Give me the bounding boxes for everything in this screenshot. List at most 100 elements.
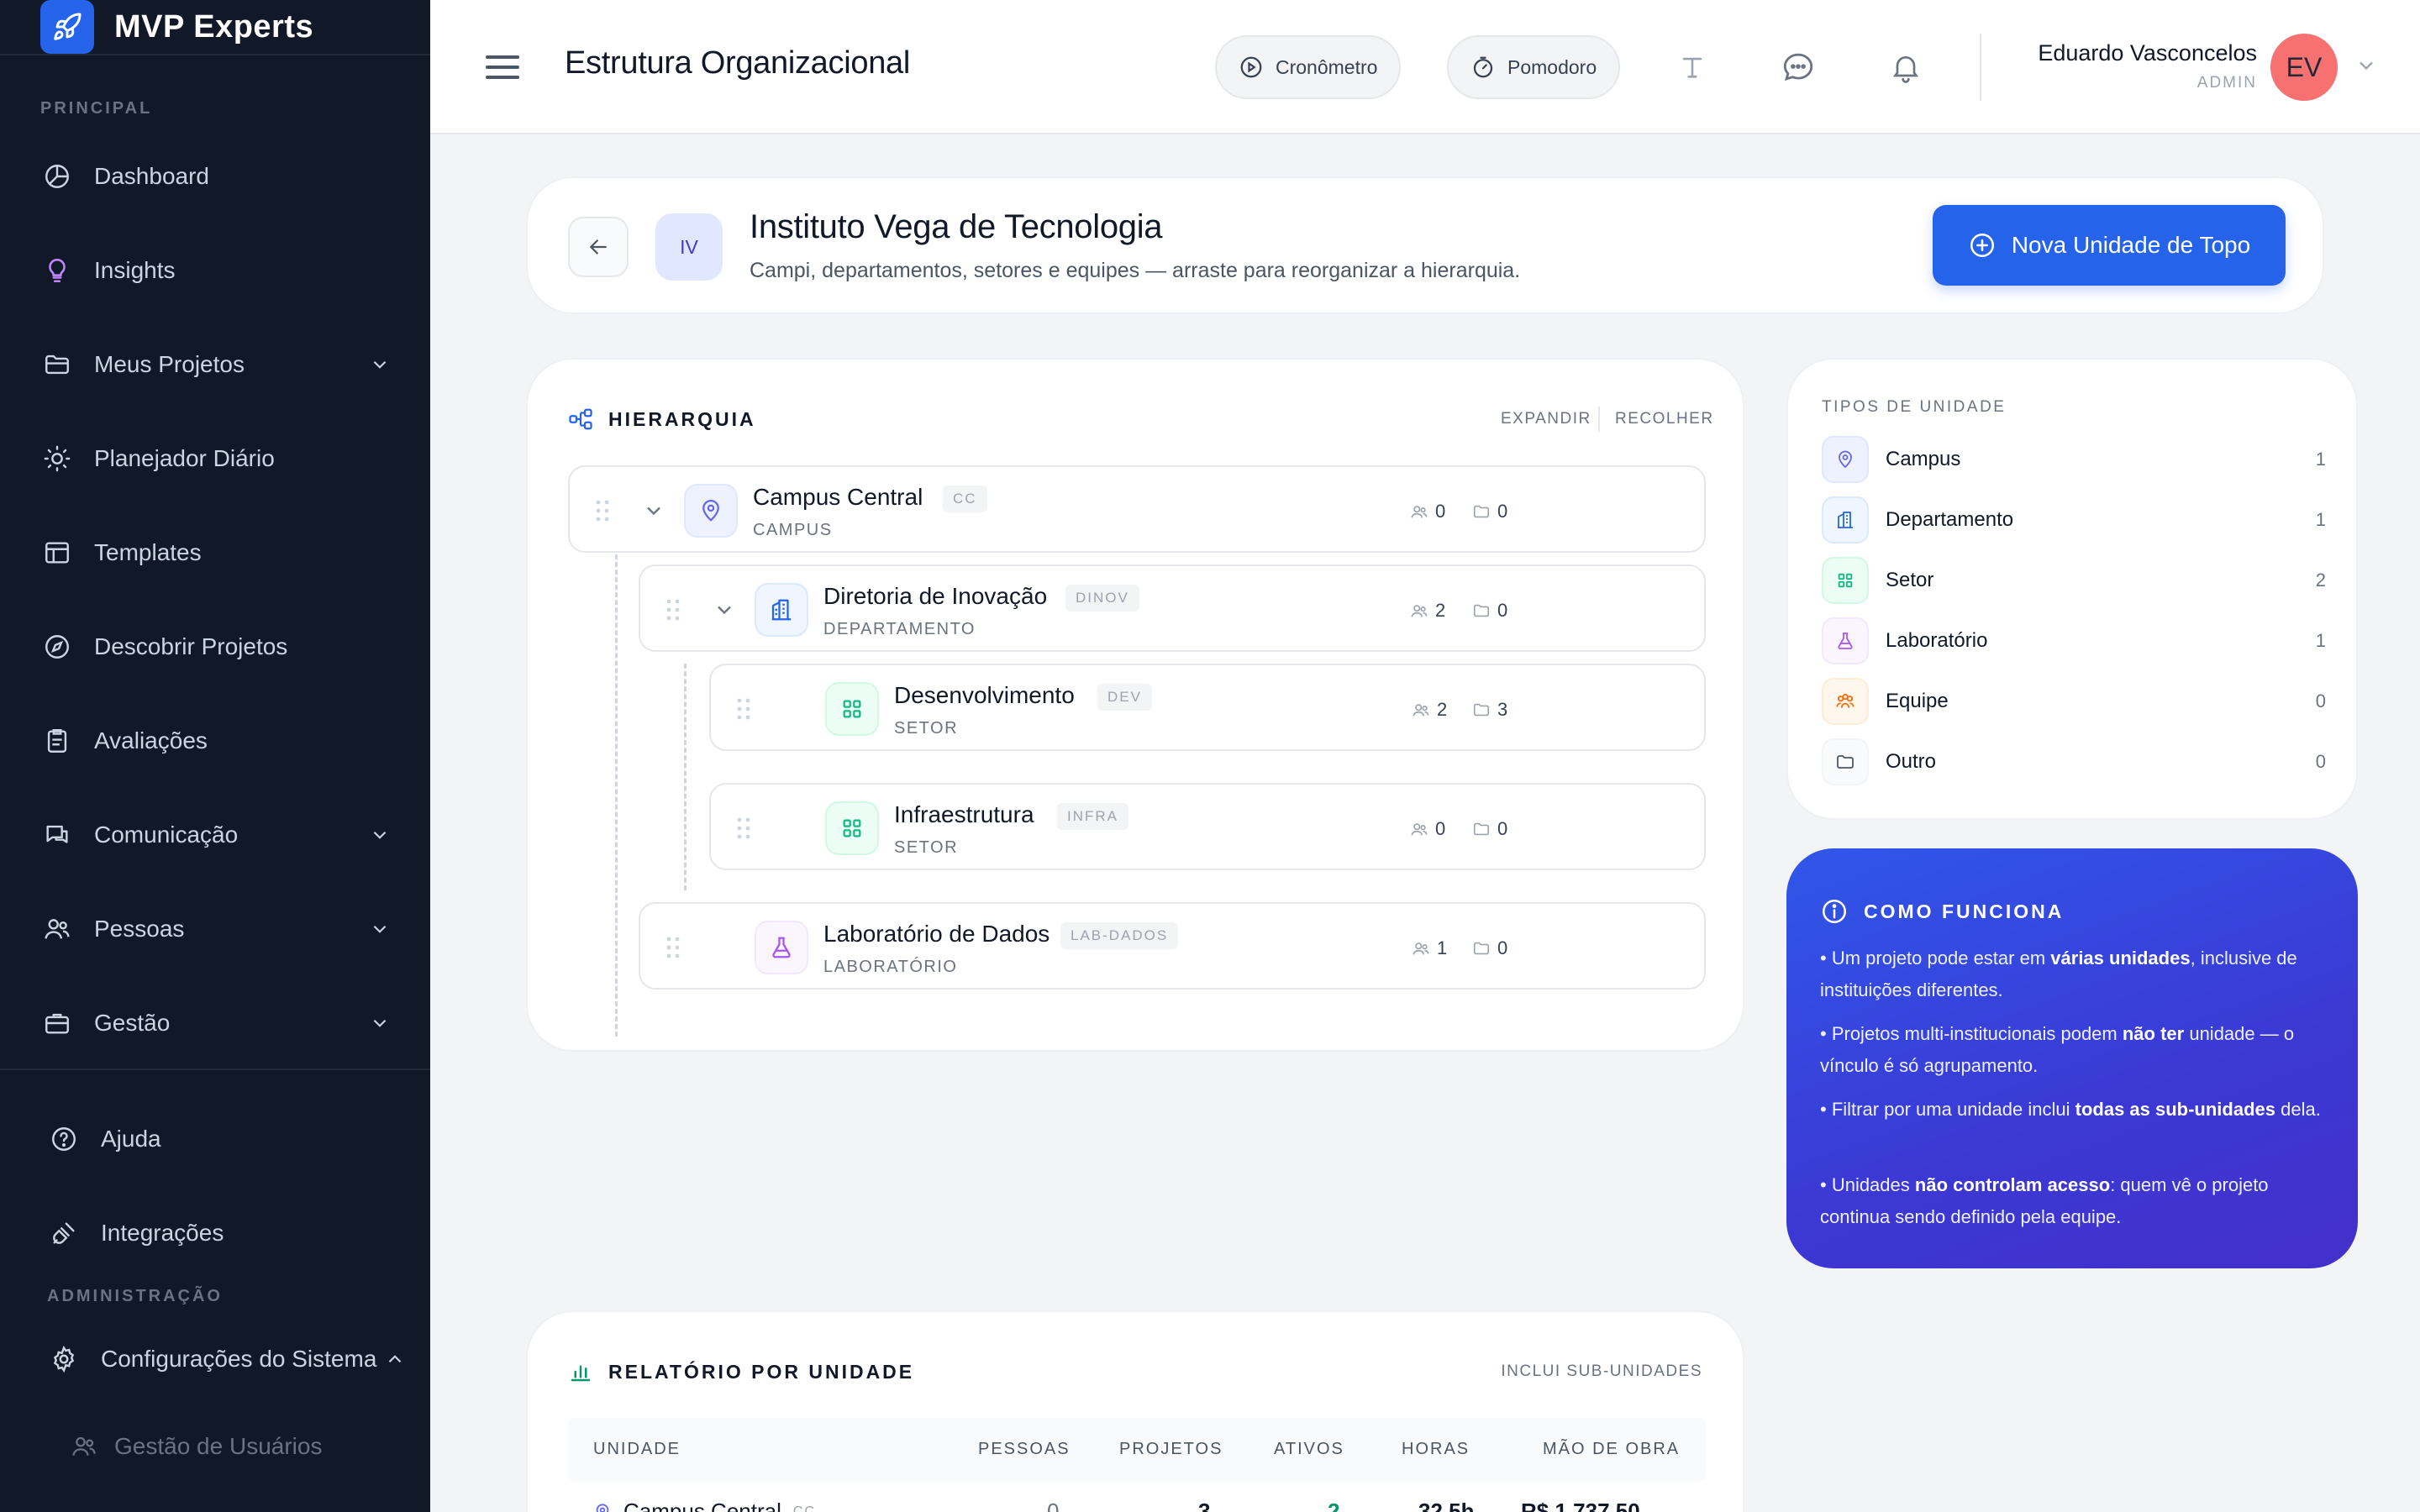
drag-handle-icon[interactable] [666,936,681,959]
new-top-unit-label: Nova Unidade de Topo [2011,232,2251,258]
chat-bubble-icon[interactable] [1778,47,1818,87]
column-header[interactable]: PESSOAS [978,1440,1071,1459]
section-principal: PRINCIPAL [40,99,153,118]
chevron-down-icon[interactable] [366,351,393,378]
drag-handle-icon[interactable] [736,697,751,721]
unit-type-name: Equipe [1886,690,1949,712]
chevron-down-icon[interactable] [366,822,393,848]
unit-type-count: 1 [2315,509,2326,530]
sidebar-item-insights[interactable]: Insights [40,247,393,294]
map-pin-icon [1822,436,1869,483]
unit-type-outro[interactable]: Outro 0 [1822,738,2326,786]
row-projects: 3 [1198,1499,1211,1512]
gear-icon [47,1342,81,1376]
column-header[interactable]: UNIDADE [593,1440,681,1459]
unit-type-count: 1 [2315,449,2326,470]
chevron-down-icon[interactable] [366,916,393,942]
map-pin-icon [596,1503,609,1512]
bell-icon[interactable] [1886,47,1926,87]
collapse-all-button[interactable]: RECOLHER [1615,410,1714,428]
stopwatch-button[interactable]: Cronômetro [1215,35,1402,99]
play-circle-icon [1239,55,1264,80]
node-code-badge: DEV [1097,684,1152,711]
node-name: Infraestrutura [894,801,1034,827]
sidebar-item-gestao-usuarios[interactable]: Gestão de Usuários [67,1423,420,1470]
tree-node-campus-central[interactable]: Campus Central CC CAMPUS 0 0 [568,465,1706,553]
node-code-badge: INFRA [1057,803,1128,830]
row-people: 0 [1047,1499,1060,1512]
institution-header-card: IV Instituto Vega de Tecnologia Campi, d… [526,176,2324,314]
node-type: CAMPUS [753,521,833,539]
column-header[interactable]: ATIVOS [1274,1440,1344,1459]
brand[interactable]: MVP Experts [40,0,313,54]
sidebar-item-dashboard[interactable]: Dashboard [40,153,393,200]
building-icon [1822,496,1869,543]
info-icon [1820,897,1849,926]
sidebar-item-label: Templates [94,539,202,565]
node-type: SETOR [894,719,959,738]
institution-subtitle: Campi, departamentos, setores e equipes … [750,259,1521,282]
sidebar-item-comunicacao[interactable]: Comunicação [40,811,393,858]
chevron-down-icon[interactable] [713,598,736,622]
sidebar-item-configuracoes[interactable]: Configurações do Sistema [47,1336,408,1383]
chevron-down-icon[interactable] [366,1010,393,1037]
table-row[interactable]: Campus Central CC 0 3 2 32,5h R$ 1.737,50 [568,1482,1706,1512]
hamburger-menu-icon[interactable] [484,50,521,84]
sidebar-item-planejador[interactable]: Planejador Diário [40,435,393,482]
sidebar-item-templates[interactable]: Templates [40,529,393,576]
drag-handle-icon[interactable] [595,499,610,522]
clipboard-icon [40,724,74,758]
sidebar-item-descobrir[interactable]: Descobrir Projetos [40,623,393,670]
node-type: SETOR [894,838,959,857]
node-name: Diretoria de Inovação [823,583,1048,609]
node-people-count: 0 [1410,501,1445,522]
drag-handle-icon[interactable] [736,816,751,840]
column-header[interactable]: HORAS [1402,1440,1470,1459]
node-code-badge: CC [943,486,987,512]
unit-type-departamento[interactable]: Departamento 1 [1822,496,2326,544]
chevron-down-icon[interactable] [642,499,666,522]
chevron-down-icon[interactable] [2354,54,2381,81]
map-pin-icon [684,484,738,538]
sidebar-item-pessoas[interactable]: Pessoas [40,906,393,953]
drag-handle-icon[interactable] [666,598,681,622]
node-people-count: 0 [1410,818,1445,840]
sidebar-item-integracoes[interactable]: Integrações [47,1210,400,1257]
sidebar-item-avaliacoes[interactable]: Avaliações [40,717,393,764]
column-header[interactable]: PROJETOS [1119,1440,1223,1459]
node-people-count: 1 [1412,937,1447,959]
unit-type-setor[interactable]: Setor 2 [1822,556,2326,605]
sidebar-item-label: Descobrir Projetos [94,633,288,659]
sidebar-item-gestao[interactable]: Gestão [40,1000,393,1047]
unit-type-name: Departamento [1886,508,2014,531]
column-header[interactable]: MÃO DE OBRA [1543,1440,1680,1459]
hierarchy-icon [568,407,593,432]
report-title: RELATÓRIO POR UNIDADE [608,1360,915,1383]
tree-node-desenvolvimento[interactable]: Desenvolvimento DEV SETOR 2 3 [709,664,1706,751]
user-role: ADMIN [2196,74,2257,92]
text-size-icon[interactable] [1672,47,1712,87]
pomodoro-button[interactable]: Pomodoro [1447,35,1621,99]
folder-icon [40,348,74,381]
tree-node-infraestrutura[interactable]: Infraestrutura INFRA SETOR 0 0 [709,783,1706,870]
chevron-up-icon[interactable] [381,1346,408,1373]
node-people-count: 2 [1410,600,1445,622]
tree-node-laboratorio-dados[interactable]: Laboratório de Dados LAB-DADOS LABORATÓR… [639,902,1706,990]
expand-all-button[interactable]: EXPANDIR [1501,410,1591,428]
node-people-count: 2 [1412,699,1447,721]
users-icon [1411,506,1428,518]
sidebar-item-meus-projetos[interactable]: Meus Projetos [40,341,393,388]
unit-type-campus[interactable]: Campus 1 [1822,435,2326,484]
tree-node-diretoria-inovacao[interactable]: Diretoria de Inovação DINOV DEPARTAMENTO… [639,564,1706,652]
node-code-badge: DINOV [1065,585,1139,612]
unit-type-laboratorio[interactable]: Laboratório 1 [1822,617,2326,665]
new-top-unit-button[interactable]: Nova Unidade de Topo [1933,205,2286,286]
unit-type-equipe[interactable]: Equipe 0 [1822,677,2326,726]
compass-icon [40,630,74,664]
sidebar-item-ajuda[interactable]: Ajuda [47,1116,400,1163]
users-icon [1411,823,1428,836]
avatar[interactable]: EV [2270,34,2338,101]
users-icon [1413,704,1429,717]
how-it-works-item: • Um projeto pode estar em várias unidad… [1820,948,2297,1000]
back-button[interactable] [568,217,629,277]
